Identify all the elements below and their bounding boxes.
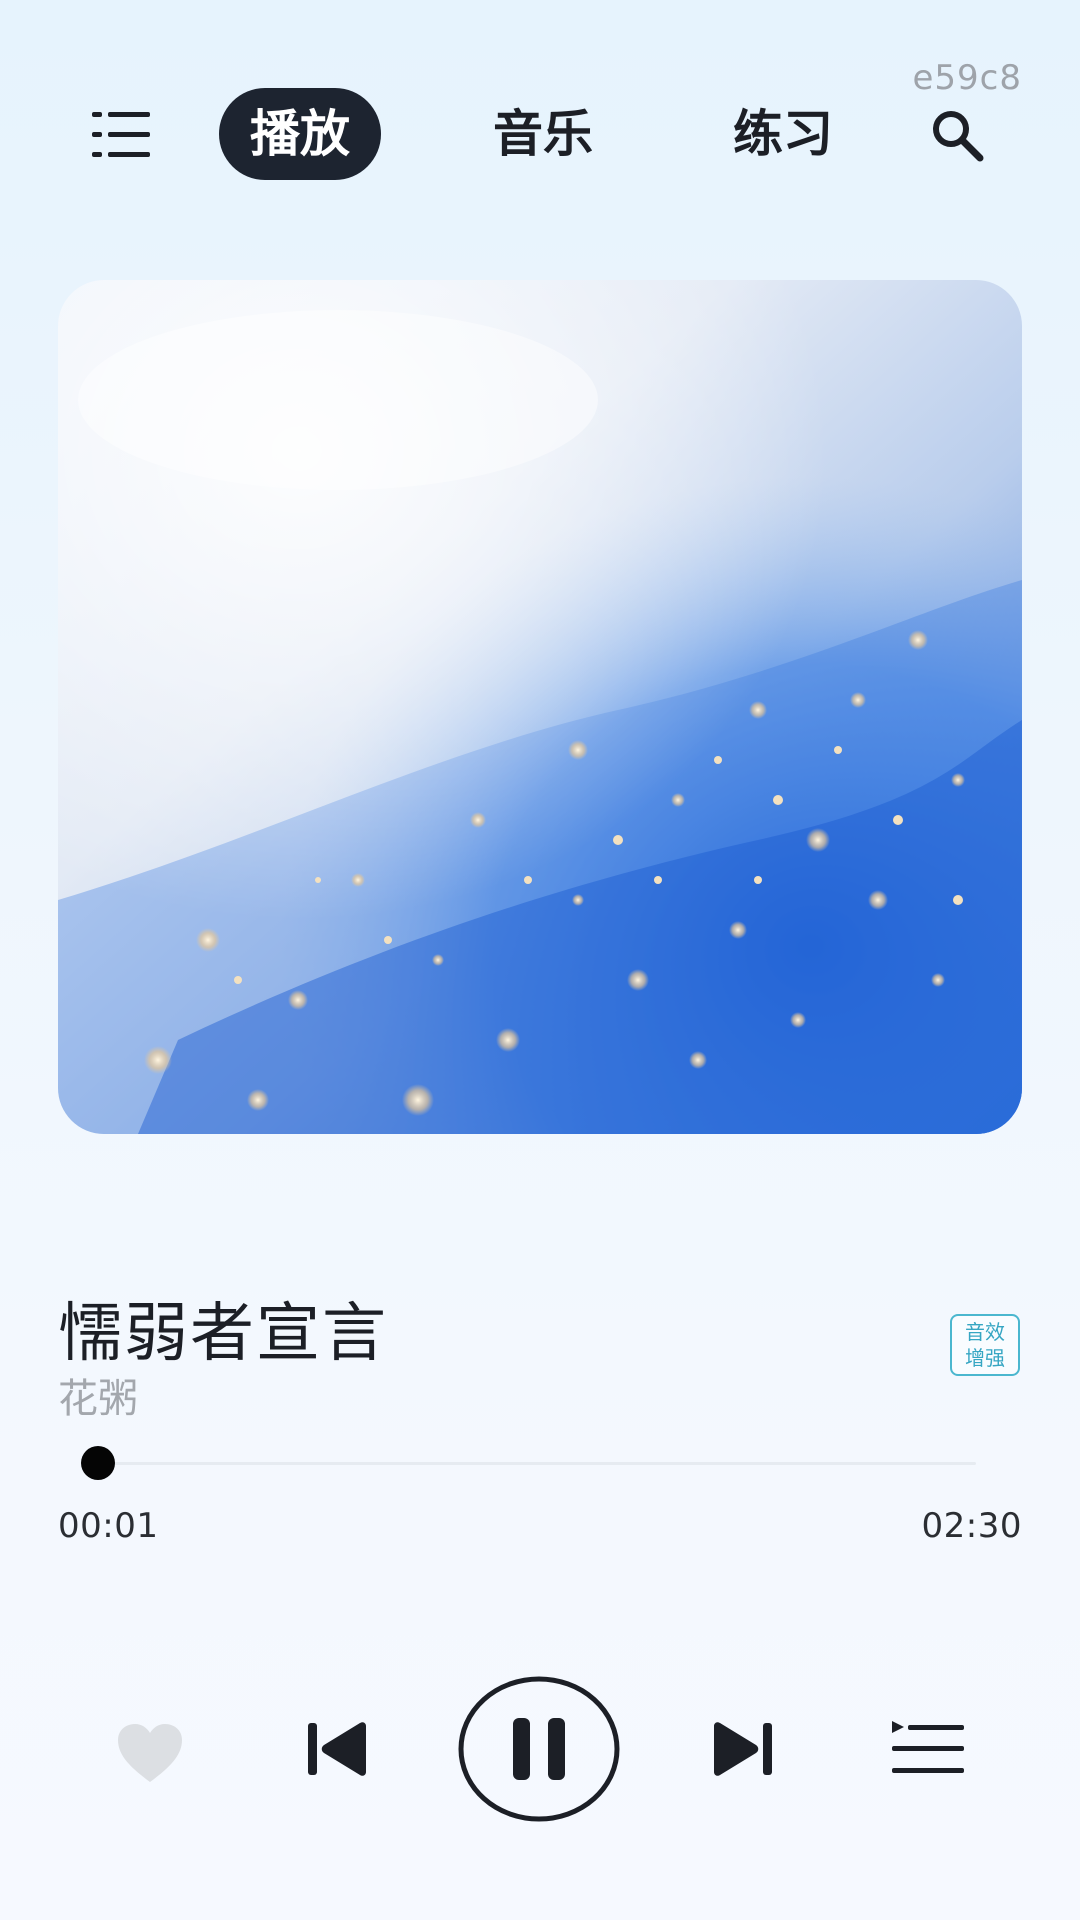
like-button[interactable] xyxy=(116,1722,184,1784)
total-time: 02:30 xyxy=(921,1506,1022,1546)
search-icon xyxy=(933,111,984,162)
playlist-button[interactable] xyxy=(890,1720,966,1778)
progress-slider[interactable] xyxy=(81,1443,976,1483)
tab-practice[interactable]: 练习 xyxy=(708,88,858,180)
next-button[interactable] xyxy=(710,1720,774,1778)
playlist-icon xyxy=(892,1721,964,1773)
progress-track xyxy=(92,1462,976,1465)
sound-effect-badge[interactable]: 音效 增强 xyxy=(950,1314,1020,1376)
top-navigation: 播放 音乐 练习 xyxy=(0,88,1080,184)
menu-icon xyxy=(92,112,150,157)
song-artist[interactable]: 花粥 xyxy=(58,1366,138,1424)
song-title: 懦弱者宣言 xyxy=(58,1297,388,1371)
previous-button[interactable] xyxy=(306,1720,370,1778)
tab-music[interactable]: 音乐 xyxy=(468,88,618,180)
previous-icon xyxy=(308,1722,366,1776)
play-pause-button[interactable] xyxy=(458,1676,620,1822)
badge-line-2: 增强 xyxy=(965,1346,1005,1370)
current-time: 00:01 xyxy=(58,1506,159,1546)
menu-button[interactable] xyxy=(92,110,152,160)
pause-icon xyxy=(458,1676,620,1822)
tab-play[interactable]: 播放 xyxy=(219,88,381,180)
album-cover xyxy=(58,280,1022,1134)
search-button[interactable] xyxy=(928,106,988,166)
badge-line-1: 音效 xyxy=(965,1320,1005,1344)
progress-thumb[interactable] xyxy=(81,1446,116,1480)
next-icon xyxy=(714,1722,772,1776)
heart-icon xyxy=(118,1724,182,1782)
